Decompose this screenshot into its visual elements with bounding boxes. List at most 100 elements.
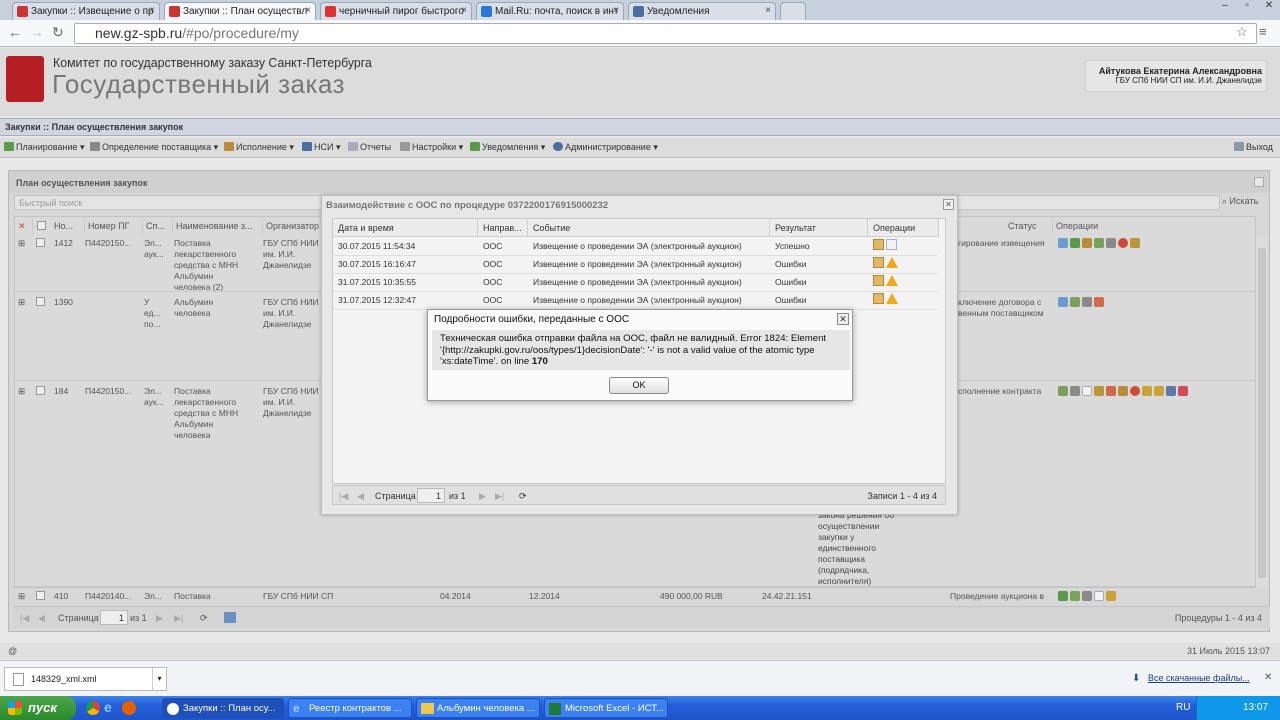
publish-icon[interactable] <box>1082 238 1092 248</box>
search-button[interactable]: ⌕ Искать <box>1222 196 1258 207</box>
row-checkbox[interactable] <box>36 238 45 247</box>
chart-icon[interactable] <box>1070 591 1080 601</box>
prev-page-icon[interactable]: ◀ <box>38 613 45 624</box>
warning-icon[interactable] <box>886 275 898 286</box>
cancel-icon[interactable] <box>1118 238 1128 248</box>
taskbar-button-4[interactable]: Microsoft Excel - ИСТ... <box>544 698 668 718</box>
close-icon[interactable]: ✕ <box>837 313 849 325</box>
package-icon[interactable] <box>873 257 884 268</box>
expand-icon[interactable]: ⊞ <box>18 238 25 249</box>
document-icon[interactable] <box>1094 591 1104 601</box>
menu-notifications[interactable]: Уведомления ▾ <box>470 142 545 153</box>
save-icon[interactable] <box>224 612 236 623</box>
publish-icon[interactable] <box>1118 386 1128 396</box>
download-item[interactable]: 148329_xml.xml ▾ <box>4 667 167 691</box>
first-page-icon[interactable]: |◀ <box>339 491 348 502</box>
logout-button[interactable]: Выход <box>1234 142 1273 152</box>
browser-tab-2[interactable]: Закупки :: План осуществл × <box>164 2 316 20</box>
column-name[interactable]: Наименование з... <box>173 217 263 235</box>
column-pg[interactable]: Номер ПГ <box>85 217 143 235</box>
column-operations[interactable]: Операции <box>868 219 939 237</box>
close-icon[interactable]: × <box>305 5 311 16</box>
column-event[interactable]: Событие <box>528 219 770 237</box>
first-page-icon[interactable]: |◀ <box>20 613 29 624</box>
chrome-icon[interactable] <box>86 701 100 715</box>
hourglass-icon[interactable] <box>1142 386 1152 396</box>
expand-icon[interactable]: ⊞ <box>18 386 25 397</box>
start-button[interactable]: пуск <box>0 696 76 720</box>
row-checkbox[interactable] <box>36 591 45 600</box>
close-icon[interactable]: × <box>765 5 771 16</box>
document-icon[interactable] <box>1094 297 1104 307</box>
next-page-icon[interactable]: ▶ <box>479 491 486 502</box>
column-result[interactable]: Результат <box>770 219 868 237</box>
edit-icon[interactable] <box>1058 238 1068 248</box>
panel-collapse-icon[interactable] <box>1254 177 1264 187</box>
prev-page-icon[interactable]: ◀ <box>357 491 364 502</box>
close-icon[interactable]: ✕ <box>943 199 954 210</box>
stop-icon[interactable] <box>1130 386 1140 396</box>
close-icon[interactable]: × <box>149 5 155 16</box>
last-page-icon[interactable]: ▶| <box>174 613 183 624</box>
browser-menu-icon[interactable]: ≡ <box>1259 24 1267 39</box>
chart-icon[interactable] <box>1070 297 1080 307</box>
expand-icon[interactable]: ⊞ <box>18 297 25 308</box>
refresh-icon[interactable]: ⟳ <box>519 491 527 502</box>
column-datetime[interactable]: Дата и время <box>333 219 478 237</box>
bookmark-star-icon[interactable]: ☆ <box>1236 24 1248 40</box>
row-checkbox[interactable] <box>36 386 45 395</box>
page-input[interactable]: 1 <box>417 488 445 503</box>
delete-column-icon[interactable]: ✕ <box>15 217 33 235</box>
document-icon[interactable] <box>886 239 897 250</box>
browser-tab-5[interactable]: Уведомления × <box>628 2 776 20</box>
menu-settings[interactable]: Настройки ▾ <box>400 142 463 153</box>
expand-icon[interactable]: ⊞ <box>18 591 25 602</box>
menu-reports[interactable]: Отчеты <box>348 142 391 152</box>
chart-icon[interactable] <box>1058 386 1068 396</box>
taskbar-button-2[interactable]: e Реестр контрактов ... <box>288 698 412 718</box>
warning-icon[interactable] <box>886 257 898 268</box>
reload-icon[interactable]: ↻ <box>52 24 64 41</box>
check-icon[interactable] <box>1058 591 1068 601</box>
scroll-icon[interactable] <box>1106 591 1116 601</box>
menu-planning[interactable]: Планирование ▾ <box>4 142 84 153</box>
column-status[interactable]: Статус <box>1005 217 1053 235</box>
next-page-icon[interactable]: ▶ <box>156 613 163 624</box>
menu-execution[interactable]: Исполнение ▾ <box>224 142 294 153</box>
close-icon[interactable]: × <box>461 5 467 16</box>
chart-icon[interactable] <box>1094 238 1104 248</box>
package-icon[interactable] <box>873 239 884 250</box>
report-icon[interactable] <box>1106 386 1116 396</box>
emblem-icon[interactable] <box>1130 238 1140 248</box>
new-tab-button[interactable] <box>780 2 806 20</box>
users-icon[interactable] <box>1178 386 1188 396</box>
last-page-icon[interactable]: ▶| <box>495 491 504 502</box>
column-operations[interactable]: Операции <box>1053 217 1193 235</box>
column-method[interactable]: Сп... <box>143 217 173 235</box>
browser-tab-4[interactable]: Mail.Ru: почта, поиск в инт × <box>476 2 624 20</box>
scrollbar-thumb[interactable] <box>1258 248 1266 578</box>
column-direction[interactable]: Направ... <box>478 219 528 237</box>
clock[interactable]: 13:07 <box>1243 702 1268 713</box>
gear-icon[interactable] <box>1082 591 1092 601</box>
back-icon[interactable]: ← <box>8 24 22 40</box>
browser-tab-1[interactable]: Закупки :: Извещение о пр × <box>12 2 160 20</box>
close-icon[interactable]: × <box>613 5 619 16</box>
taskbar-button-3[interactable]: Альбумин человека ... <box>416 698 540 718</box>
menu-nsi[interactable]: НСИ ▾ <box>302 142 341 153</box>
person-icon[interactable] <box>1166 386 1176 396</box>
forward-icon[interactable]: → <box>30 24 44 40</box>
close-icon[interactable]: ✕ <box>1264 672 1272 683</box>
menu-supplier[interactable]: Определение поставщика ▾ <box>90 142 218 153</box>
gear-icon[interactable] <box>1082 297 1092 307</box>
document-icon[interactable] <box>1082 386 1092 396</box>
column-no[interactable]: Но... <box>51 217 85 235</box>
refresh-icon[interactable]: ⟳ <box>200 613 208 624</box>
taskbar-button-1[interactable]: Закупки :: План осу... <box>162 698 284 718</box>
language-indicator[interactable]: RU <box>1176 702 1190 713</box>
browser-tab-3[interactable]: черничный пирог быстрого × <box>320 2 472 20</box>
minimize-icon[interactable]: – <box>1214 0 1236 14</box>
row-checkbox[interactable] <box>36 297 45 306</box>
chevron-down-icon[interactable]: ▾ <box>152 668 166 690</box>
ie-icon[interactable]: e <box>104 699 112 715</box>
